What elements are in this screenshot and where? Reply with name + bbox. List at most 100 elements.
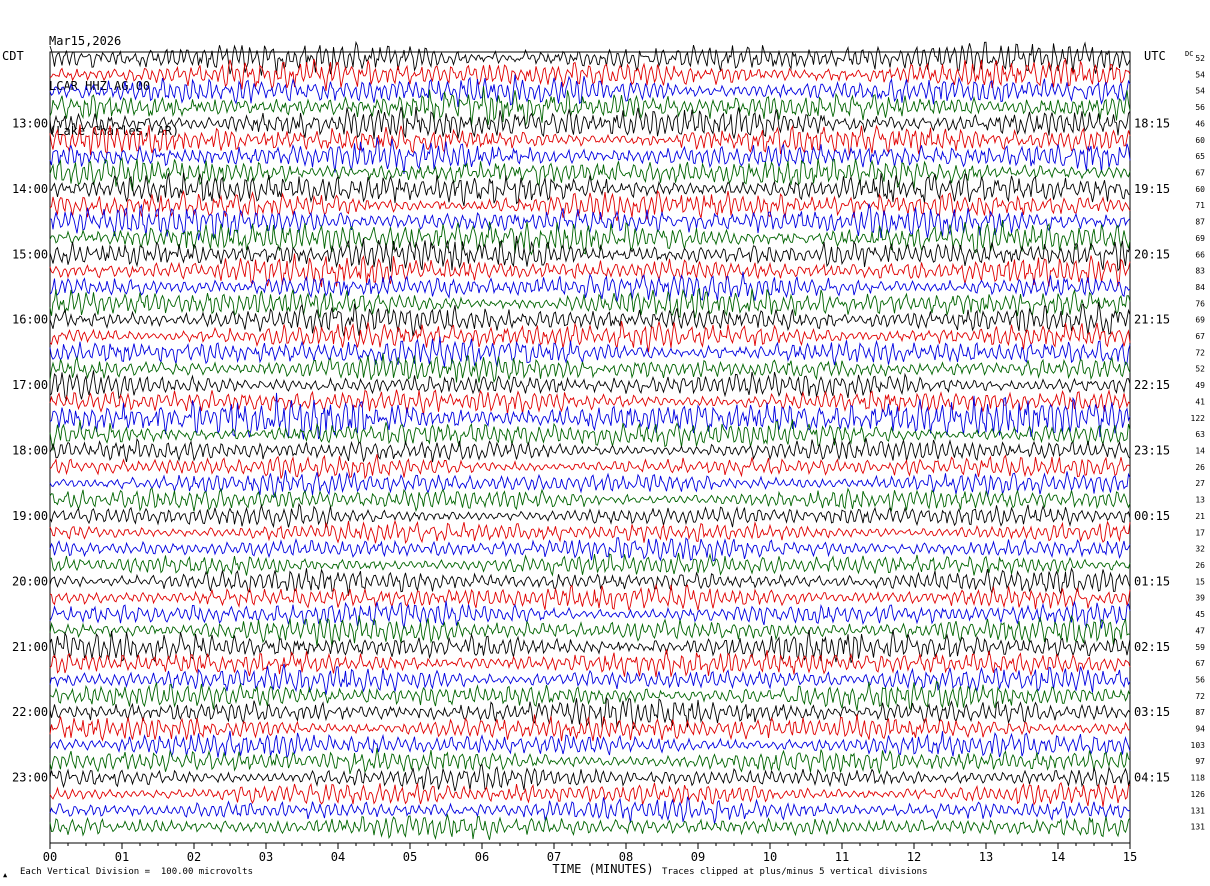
seismic-trace-22 [49,389,1131,416]
dc-offset-label: 59 [1195,643,1205,652]
right-time-label: 03:15 [1134,705,1170,719]
utc-axis-label: UTC [1144,49,1166,63]
left-time-label: 23:00 [12,771,48,785]
x-tick-label: 05 [403,850,417,864]
dc-offset-label: 47 [1195,626,1205,635]
dc-offset-label: 83 [1195,267,1205,276]
x-axis-title: TIME (MINUTES) [552,862,653,876]
x-tick-label: 04 [331,850,345,864]
x-tick-label: 15 [1123,850,1137,864]
seismic-trace-14 [49,253,1131,288]
dc-offset-label: 66 [1195,250,1205,259]
dc-offset-label: 14 [1195,447,1205,456]
seismic-trace-13 [49,235,1131,272]
seismic-trace-46 [49,781,1131,807]
dc-offset-label: 72 [1195,348,1205,357]
dc-offset-label: 67 [1195,168,1205,177]
right-time-label: 23:15 [1134,444,1170,458]
left-time-label: 21:00 [12,640,48,654]
seismic-trace-24 [49,419,1131,451]
dc-offset-label: 45 [1195,610,1205,619]
dc-offset-label: 32 [1195,545,1205,554]
seismic-trace-21 [49,370,1131,402]
right-time-label: 20:15 [1134,247,1170,261]
seismic-trace-8 [49,157,1131,192]
cdt-axis-label: CDT [2,49,24,63]
dc-label: DC [1185,50,1193,58]
seismic-trace-29 [49,502,1131,529]
dc-offset-label: 27 [1195,479,1205,488]
corner-mark-icon: ▲ [3,871,8,879]
x-tick-label: 01 [115,850,129,864]
dc-offset-label: 13 [1195,496,1205,505]
dc-offset-label: 26 [1195,463,1205,472]
dc-offset-label: 69 [1195,234,1205,243]
dc-offset-label: 63 [1195,430,1205,439]
seismic-trace-28 [49,487,1131,513]
dc-offset-label: 49 [1195,381,1205,390]
x-tick-label: 02 [187,850,201,864]
dc-offset-label: 21 [1195,512,1205,521]
left-time-label: 20:00 [12,574,48,588]
x-tick-label: 14 [1051,850,1065,864]
dc-offset-label: 122 [1191,414,1206,423]
dc-offset-label: 69 [1195,316,1205,325]
dc-offset-label: 56 [1195,103,1205,112]
dc-offset-label: 52 [1195,54,1205,63]
seismic-trace-36 [49,614,1131,648]
right-time-label: 21:15 [1134,313,1170,327]
seismic-trace-48 [49,813,1131,841]
left-time-label: 16:00 [12,313,48,327]
right-time-label: 00:15 [1134,509,1170,523]
seismic-trace-32 [49,552,1131,577]
seismic-trace-38 [49,649,1131,678]
seismic-trace-26 [49,454,1131,480]
seismic-trace-16 [49,287,1131,319]
dc-offset-label: 54 [1195,87,1205,96]
seismic-trace-34 [49,583,1131,611]
dc-offset-label: 67 [1195,659,1205,668]
seismic-trace-19 [49,336,1131,368]
dc-offset-label: 103 [1191,741,1206,750]
x-tick-label: 13 [979,850,993,864]
seismic-trace-15 [49,271,1131,302]
seismic-trace-30 [49,519,1131,545]
seismic-trace-4 [49,85,1131,128]
vertical-division-note: Each Vertical Division = 100.00 microvol… [20,867,253,877]
right-time-label: 22:15 [1134,378,1170,392]
x-tick-label: 09 [691,850,705,864]
seismic-trace-5 [49,106,1131,140]
seismic-trace-25 [49,437,1131,463]
left-time-label: 18:00 [12,444,48,458]
dc-offset-label: 15 [1195,577,1205,586]
dc-offset-label: 131 [1191,823,1206,832]
seismic-trace-39 [49,663,1131,695]
dc-offset-label: 97 [1195,757,1205,766]
x-tick-label: 12 [907,850,921,864]
dc-offset-label: 72 [1195,692,1205,701]
dc-offset-label: 118 [1191,774,1206,783]
right-time-label: 01:15 [1134,574,1170,588]
dc-offset-label: 60 [1195,185,1205,194]
dc-offset-label: 65 [1195,152,1205,161]
seismic-trace-17 [49,302,1131,337]
dc-offset-label: 26 [1195,561,1205,570]
right-time-label: 02:15 [1134,640,1170,654]
left-time-label: 17:00 [12,378,48,392]
dc-offset-label: 46 [1195,119,1205,128]
x-tick-label: 06 [475,850,489,864]
dc-offset-label: 56 [1195,675,1205,684]
dc-offset-label: 87 [1195,708,1205,717]
dc-offset-label: 94 [1195,725,1205,734]
x-tick-label: 03 [259,850,273,864]
right-time-label: 04:15 [1134,771,1170,785]
right-time-label: 19:15 [1134,182,1170,196]
x-tick-label: 10 [763,850,777,864]
x-tick-label: 11 [835,850,849,864]
dc-offset-label: 126 [1191,790,1206,799]
left-time-label: 14:00 [12,182,48,196]
dc-offset-label: 52 [1195,365,1205,374]
dc-offset-label: 54 [1195,70,1205,79]
helicorder-plot: CDT UTC DC 13:00 14:00 15:00 16:00 17:00 18:00 19… [2,40,1206,876]
seismic-trace-20 [49,353,1131,384]
